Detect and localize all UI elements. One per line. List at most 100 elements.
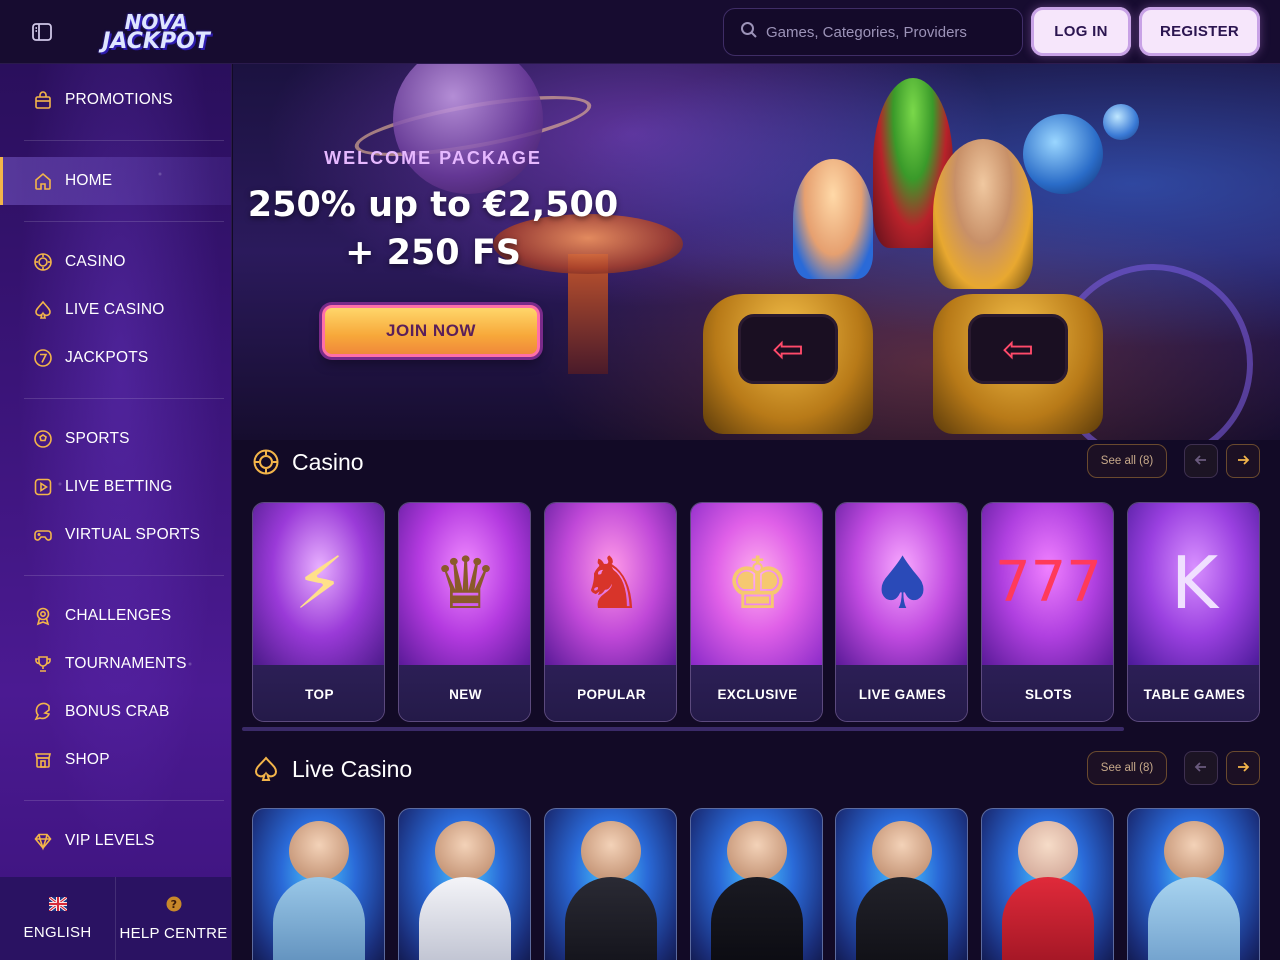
casino-category-card-slots[interactable]: 777 SLOTS bbox=[981, 502, 1114, 722]
sidebar-item-label: LIVE CASINO bbox=[65, 301, 165, 318]
card-label: TOP bbox=[253, 665, 384, 721]
dealers-illustration: ♠ bbox=[836, 503, 967, 665]
small-planet-decoration bbox=[1103, 104, 1139, 140]
language-label: ENGLISH bbox=[23, 923, 92, 941]
help-icon: ? bbox=[166, 896, 182, 916]
dealer-face-illustration bbox=[727, 821, 787, 881]
casino-category-card-popular[interactable]: ♞ POPULAR bbox=[544, 502, 677, 722]
casino-chip-icon bbox=[252, 448, 280, 476]
sidebar-divider bbox=[24, 800, 224, 801]
prev-button[interactable] bbox=[1184, 444, 1218, 478]
next-button[interactable] bbox=[1226, 751, 1260, 785]
gamepad-icon bbox=[32, 524, 54, 546]
card-label: TABLE GAMES bbox=[1128, 665, 1259, 721]
sidebar-item-home[interactable]: HOME bbox=[0, 157, 231, 205]
card-label: EXCLUSIVE bbox=[691, 665, 822, 721]
sidebar-item-label: CHALLENGES bbox=[65, 607, 172, 624]
sidebar-item-sports[interactable]: SPORTS bbox=[0, 417, 231, 461]
dealer-face-illustration bbox=[289, 821, 349, 881]
playing-cards-illustration: K bbox=[1128, 503, 1259, 665]
live-casino-game-card[interactable] bbox=[835, 808, 968, 960]
casino-category-card-new[interactable]: ♛ NEW bbox=[398, 502, 531, 722]
casino-category-card-exclusive[interactable]: ♚ EXCLUSIVE bbox=[690, 502, 823, 722]
section-divider bbox=[242, 727, 1124, 731]
sidebar-item-live-casino[interactable]: LIVE CASINO bbox=[0, 288, 231, 332]
sidebar-divider bbox=[24, 398, 224, 399]
sidebar-item-tournaments[interactable]: TOURNAMENTS bbox=[0, 642, 231, 686]
dealer-face-illustration bbox=[435, 821, 495, 881]
see-all-button[interactable]: See all (8) bbox=[1087, 444, 1167, 478]
hero-eyebrow: WELCOME PACKAGE bbox=[324, 148, 542, 168]
live-casino-game-card[interactable] bbox=[981, 808, 1114, 960]
sidebar-item-vip-levels[interactable]: VIP LEVELS bbox=[0, 819, 231, 863]
right-kart-illustration: ⇦ bbox=[933, 294, 1103, 434]
adventurer-illustration: ♛ bbox=[399, 503, 530, 665]
sidebar-item-bonus-crab[interactable]: BONUS CRAB bbox=[0, 690, 231, 734]
crown-illustration: ♚ bbox=[691, 503, 822, 665]
hero-title-line2: + 250 FS bbox=[345, 233, 521, 273]
cards-icon: ♠ bbox=[870, 541, 935, 625]
sidebar-divider bbox=[24, 221, 224, 222]
sidebar-item-shop[interactable]: SHOP bbox=[0, 738, 231, 782]
language-selector[interactable]: ENGLISH bbox=[0, 877, 115, 960]
sidebar-item-label: LIVE BETTING bbox=[65, 478, 173, 495]
next-button[interactable] bbox=[1226, 444, 1260, 478]
casino-category-card-top[interactable]: ⚡ TOP bbox=[252, 502, 385, 722]
sidebar-item-jackpots[interactable]: JACKPOTS bbox=[0, 336, 231, 380]
card-label: NEW bbox=[399, 665, 530, 721]
uk-flag-icon bbox=[47, 895, 68, 915]
arrow-right-icon bbox=[1236, 452, 1250, 471]
help-centre-button[interactable]: ? HELP CENTRE bbox=[115, 877, 231, 960]
cowboy-hat-icon: ♛ bbox=[433, 541, 498, 625]
arrow-right-icon bbox=[1236, 759, 1250, 778]
dealer-face-illustration bbox=[1164, 821, 1224, 881]
live-casino-game-card[interactable] bbox=[398, 808, 531, 960]
football-icon bbox=[32, 428, 54, 450]
diamond-icon bbox=[32, 830, 54, 852]
sidebar-item-virtual-sports[interactable]: VIRTUAL SPORTS bbox=[0, 513, 231, 557]
hero-banner[interactable]: ⇦ ⇦ WELCOME PACKAGE 250% up to €2,500 + … bbox=[233, 64, 1280, 440]
live-casino-game-card[interactable] bbox=[544, 808, 677, 960]
arrow-left-icon bbox=[1194, 452, 1208, 471]
zeus-illustration: ⚡ bbox=[253, 503, 384, 665]
fisherman-illustration: ♞ bbox=[545, 503, 676, 665]
arrow-left-icon: ⇦ bbox=[968, 314, 1068, 384]
search-input[interactable] bbox=[766, 23, 1006, 41]
join-now-button[interactable]: JOIN NOW bbox=[322, 305, 540, 357]
search-box[interactable] bbox=[723, 8, 1023, 56]
register-button[interactable]: REGISTER bbox=[1139, 7, 1260, 56]
sidebar-divider bbox=[24, 140, 224, 141]
sidebar-item-label: VIP LEVELS bbox=[65, 832, 155, 849]
sidebar-item-label: HOME bbox=[65, 172, 113, 189]
seven-icon bbox=[32, 347, 54, 369]
logo[interactable]: NOVA JACKPOT bbox=[88, 8, 224, 56]
login-button[interactable]: LOG IN bbox=[1031, 7, 1131, 56]
live-casino-game-card[interactable] bbox=[252, 808, 385, 960]
casino-category-card-table-games[interactable]: K TABLE GAMES bbox=[1127, 502, 1260, 722]
sidebar-item-live-betting[interactable]: LIVE BETTING bbox=[0, 465, 231, 509]
sidebar-item-challenges[interactable]: CHALLENGES bbox=[0, 594, 231, 638]
sidebar-divider bbox=[24, 575, 224, 576]
sidebar-item-casino[interactable]: CASINO bbox=[0, 240, 231, 284]
card-label: POPULAR bbox=[545, 665, 676, 721]
see-all-button[interactable]: See all (8) bbox=[1087, 751, 1167, 785]
sidebar: PROMOTIONS HOME CASINO LIVE CASINO JACKP… bbox=[0, 64, 232, 960]
man-character-illustration bbox=[933, 139, 1033, 289]
help-label: HELP CENTRE bbox=[119, 924, 228, 942]
live-casino-game-card[interactable] bbox=[690, 808, 823, 960]
blue-planet-decoration bbox=[1023, 114, 1103, 194]
casino-category-card-live-games[interactable]: ♠ LIVE GAMES bbox=[835, 502, 968, 722]
sidebar-toggle-icon[interactable] bbox=[28, 18, 56, 46]
sidebar-item-label: SHOP bbox=[65, 751, 110, 768]
prev-button[interactable] bbox=[1184, 751, 1218, 785]
dealer-face-illustration bbox=[1018, 821, 1078, 881]
section-title: Casino bbox=[292, 448, 364, 475]
dealer-body-illustration bbox=[1148, 877, 1240, 960]
fishing-icon: ♞ bbox=[579, 541, 644, 625]
live-casino-game-card[interactable] bbox=[1127, 808, 1260, 960]
sidebar-item-promotions[interactable]: PROMOTIONS bbox=[0, 78, 231, 122]
sidebar-item-label: PROMOTIONS bbox=[65, 91, 173, 108]
arrow-left-icon: ⇦ bbox=[738, 314, 838, 384]
crab-claw-icon bbox=[32, 701, 54, 723]
left-kart-illustration: ⇦ bbox=[703, 294, 873, 434]
